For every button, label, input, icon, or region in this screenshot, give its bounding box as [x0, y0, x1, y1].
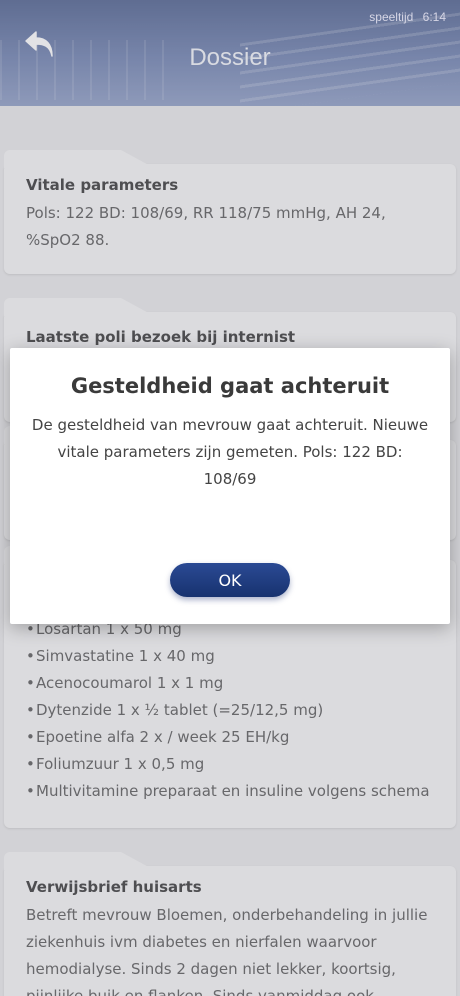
dialog-title: Gesteldheid gaat achteruit [70, 374, 390, 398]
alert-dialog: Gesteldheid gaat achteruit De gesteldhei… [10, 348, 450, 624]
ok-button[interactable]: OK [170, 563, 290, 597]
dialog-message: De gesteldheid van mevrouw gaat achterui… [31, 416, 429, 488]
